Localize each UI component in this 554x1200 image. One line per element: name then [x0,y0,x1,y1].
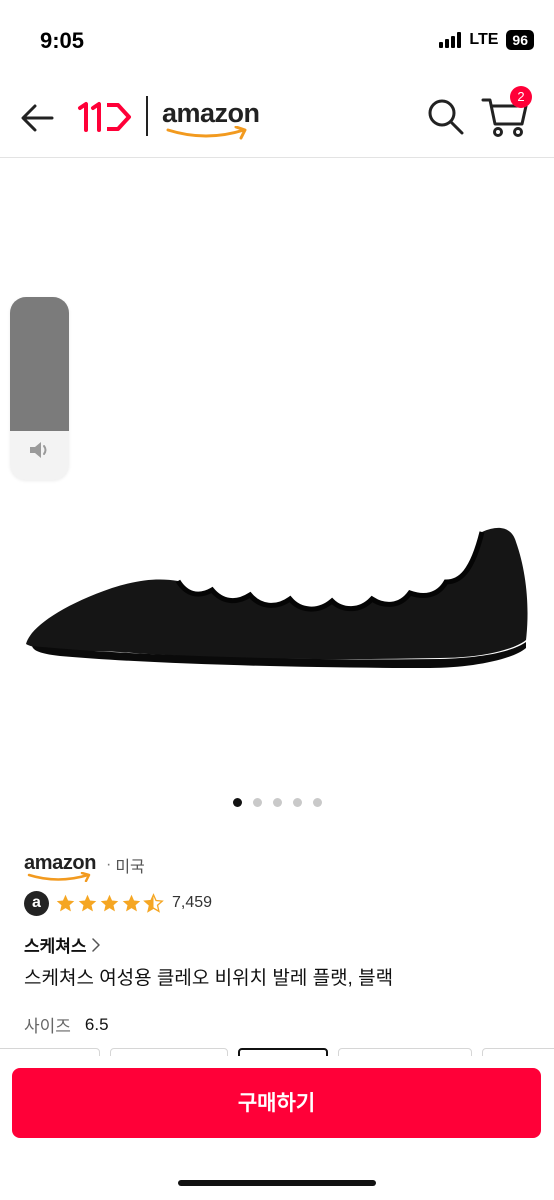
home-indicator [178,1180,376,1186]
status-time: 9:05 [40,28,85,53]
pagination-dot[interactable] [232,798,242,807]
cart-count-badge: 2 [510,86,532,108]
speaker-icon [30,442,47,458]
size-value: 6.5 [84,1014,109,1034]
amazon-smile-icon [166,126,247,140]
search-button[interactable] [426,97,466,137]
battery-indicator: 96 [506,30,534,50]
buy-button[interactable]: 구매하기 [12,1068,541,1138]
seller-amazon-logo: amazon [24,850,100,882]
seller-row: amazon · 미국 [24,850,145,882]
volume-slider[interactable] [10,297,69,480]
arrow-left-icon [21,104,54,132]
size-label: 사이즈 [24,1017,71,1036]
seller-country: 미국 [115,859,145,876]
seller-separator: · [106,856,112,873]
logo-divider [146,96,148,136]
star-full-icon [56,894,75,911]
amazon-smile-icon [27,872,91,882]
amazon-logo-text: amazon [162,98,260,128]
app-header: amazon 2 [0,80,554,158]
pagination-dot[interactable] [272,798,282,807]
star-full-icon [100,894,119,911]
star-full-icon [78,894,97,911]
pagination-dot[interactable] [312,798,322,807]
brand-link[interactable]: 스케쳐스 [24,932,101,957]
rating-stars [55,892,164,914]
product-shoe-image [26,527,528,668]
amazon-a-badge: a [24,890,49,916]
volume-level-fill [10,297,69,431]
star-full-icon [122,894,141,911]
rating-row[interactable]: a 7,459 [24,890,212,916]
review-count: 7,459 [172,894,213,911]
chevron-right-icon [91,937,100,952]
star-half-icon [143,892,164,913]
product-image[interactable] [0,158,554,788]
product-title: 스케쳐스 여성용 클레오 비위치 발레 플랫, 블랙 [24,968,394,989]
buy-panel: 구매하기 [0,1056,554,1200]
pagination-dot[interactable] [292,798,302,807]
search-icon [428,99,464,135]
pagination-dot[interactable] [252,798,262,807]
status-indicators: LTE 96 [439,30,534,50]
signal-icon [439,32,462,48]
back-button[interactable] [18,100,58,136]
network-type: LTE [469,31,499,48]
11st-logo[interactable] [76,100,132,134]
amazon-logo: amazon [162,98,266,140]
image-pagination [0,798,554,810]
brand-name: 스케쳐스 [24,937,87,956]
size-row: 사이즈 6.5 [24,1012,109,1037]
status-bar: 9:05 LTE 96 [0,0,554,80]
